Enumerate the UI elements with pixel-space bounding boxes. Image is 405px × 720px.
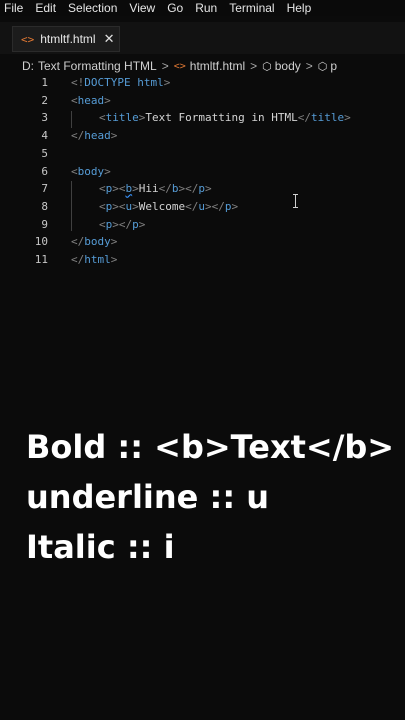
chevron-right-icon: > xyxy=(250,59,258,73)
code-line[interactable]: 1 <!DOCTYPE html> xyxy=(0,74,405,91)
menu-view[interactable]: View xyxy=(129,1,155,15)
breadcrumb-body[interactable]: body xyxy=(275,59,301,73)
line-number: 9 xyxy=(41,217,48,231)
breadcrumb-folder[interactable]: Text Formatting HTML xyxy=(38,59,157,73)
menu-file[interactable]: File xyxy=(4,1,23,15)
line-number: 5 xyxy=(41,146,48,160)
caption-bold: Bold :: <b>Text</b> xyxy=(26,428,395,466)
line-number: 4 xyxy=(41,129,48,143)
menu-terminal[interactable]: Terminal xyxy=(229,1,274,15)
code-text: <p><b>Hii</b></p> xyxy=(99,182,212,196)
code-text: <head> xyxy=(71,93,111,107)
tab-label: htmltf.html xyxy=(40,32,96,46)
line-number: 2 xyxy=(41,93,48,107)
line-number: 11 xyxy=(34,253,48,266)
breadcrumb-p[interactable]: p xyxy=(330,59,337,73)
element-cube-icon: ⬡ xyxy=(262,60,272,73)
code-text: <!DOCTYPE html> xyxy=(71,76,171,89)
breadcrumb-file[interactable]: htmltf.html xyxy=(190,59,245,73)
code-line[interactable]: 6 <body> xyxy=(0,163,405,180)
breadcrumb: D: Text Formatting HTML > <> htmltf.html… xyxy=(22,58,337,74)
line-number: 1 xyxy=(41,76,48,89)
tab-htmltf[interactable]: <> htmltf.html ✕ xyxy=(12,26,120,52)
menu-edit[interactable]: Edit xyxy=(35,1,56,15)
caption-italic: Italic :: i xyxy=(26,528,175,566)
element-cube-icon: ⬡ xyxy=(317,60,328,73)
line-number: 7 xyxy=(41,182,48,196)
code-line[interactable]: 10 </body> xyxy=(0,233,405,250)
code-text: <p><u>Welcome</u></p> xyxy=(99,199,239,213)
menu-go[interactable]: Go xyxy=(167,1,183,15)
code-line[interactable]: 8 <p><u>Welcome</u></p> xyxy=(0,198,405,215)
code-text: <title>Text Formatting in HTML</title> xyxy=(99,111,351,125)
line-number: 3 xyxy=(41,111,48,125)
menu-help[interactable]: Help xyxy=(287,1,312,15)
breadcrumb-drive[interactable]: D: xyxy=(22,59,34,73)
code-line[interactable]: 11 </html> xyxy=(0,251,405,268)
chevron-right-icon: > xyxy=(305,59,313,73)
text-cursor-icon xyxy=(293,194,298,208)
code-editor[interactable]: 1 <!DOCTYPE html> 2 <head> 3 <title>Text Form… xyxy=(0,74,405,274)
chevron-right-icon: > xyxy=(161,59,169,73)
code-line[interactable]: 4 </head> xyxy=(0,127,405,144)
close-icon[interactable]: ✕ xyxy=(104,32,115,47)
code-text: <p></p> xyxy=(99,217,146,231)
code-line[interactable]: 7 <p><b>Hii</b></p> xyxy=(0,180,405,197)
code-text: </head> xyxy=(71,129,118,143)
html-file-icon: <> xyxy=(173,60,186,72)
menu-run[interactable]: Run xyxy=(195,1,217,15)
line-number: 8 xyxy=(41,199,48,213)
code-text: </html> xyxy=(71,253,118,266)
code-line[interactable]: 3 <title>Text Formatting in HTML</title> xyxy=(0,109,405,126)
menu-bar: File Edit Selection View Go Run Terminal… xyxy=(0,0,405,16)
line-number: 6 xyxy=(41,164,48,178)
code-line[interactable]: 2 <head> xyxy=(0,92,405,109)
html-file-icon: <> xyxy=(21,32,35,46)
line-number: 10 xyxy=(34,235,48,249)
code-text: <body> xyxy=(71,164,111,178)
caption-underline: underline :: u xyxy=(26,478,270,516)
code-line[interactable]: 9 <p></p> xyxy=(0,216,405,233)
menu-selection[interactable]: Selection xyxy=(68,1,117,15)
code-text: </body> xyxy=(71,235,118,249)
editor-tab-bar: <> htmltf.html ✕ xyxy=(0,22,405,54)
code-line[interactable]: 5 xyxy=(0,145,405,162)
